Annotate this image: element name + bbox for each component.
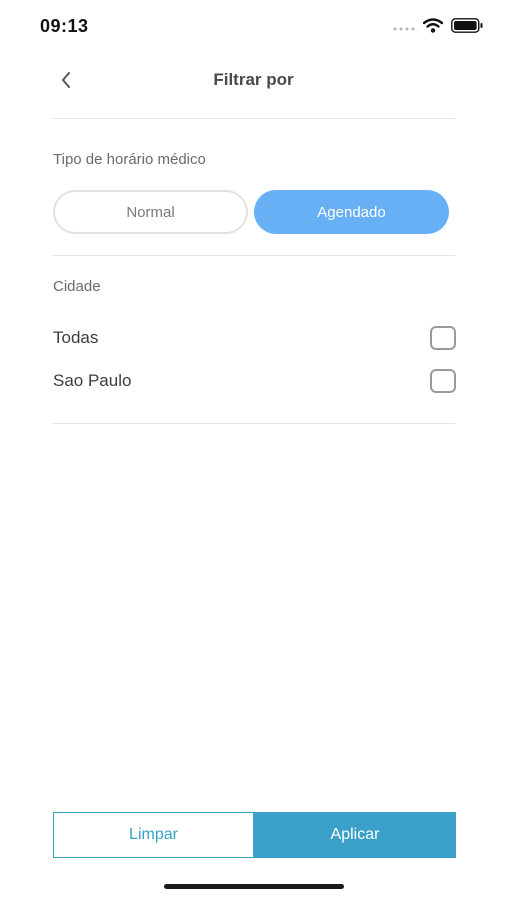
footer-actions: Limpar Aplicar — [53, 812, 456, 858]
city-option-todas[interactable]: Todas — [53, 322, 456, 354]
section-divider — [53, 255, 455, 256]
wifi-icon — [422, 18, 444, 38]
segment-agendado[interactable]: Agendado — [254, 190, 449, 234]
city-checkbox-todas[interactable] — [430, 326, 456, 350]
nav-bar: Filtrar por — [0, 56, 507, 104]
apply-button[interactable]: Aplicar — [254, 812, 456, 858]
city-option-label: Sao Paulo — [53, 371, 132, 390]
header-divider — [53, 118, 455, 119]
segment-normal[interactable]: Normal — [53, 190, 248, 234]
status-bar: 09:13 — [0, 0, 507, 52]
clear-button[interactable]: Limpar — [53, 812, 254, 858]
home-indicator — [164, 884, 344, 889]
status-icons — [393, 18, 483, 38]
page-title: Filtrar por — [213, 70, 294, 89]
signal-dots-icon — [393, 19, 415, 37]
city-checkbox-sao-paulo[interactable] — [430, 369, 456, 393]
city-option-label: Todas — [53, 328, 99, 347]
battery-icon — [451, 18, 483, 38]
schedule-type-label: Tipo de horário médico — [53, 151, 206, 168]
city-option-sao-paulo[interactable]: Sao Paulo — [53, 365, 456, 397]
city-label: Cidade — [53, 278, 101, 295]
status-time: 09:13 — [40, 16, 89, 36]
list-divider — [53, 423, 455, 424]
